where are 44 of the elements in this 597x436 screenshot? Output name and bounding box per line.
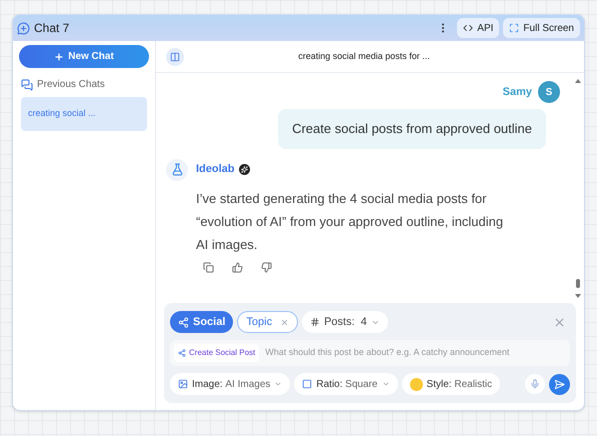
code-icon [463, 23, 474, 33]
topic-chip[interactable]: Topic [237, 311, 298, 333]
prompt-input[interactable]: What should this post be about? e.g. A catchy announcement [265, 346, 566, 360]
chats-icon [21, 78, 33, 90]
bot-message: I’ve started generating the 4 social media posts for “evolution of AI” from your approved outline, including AI images. [196, 190, 504, 254]
user-name: Samy [502, 84, 532, 100]
thumbs-up-icon[interactable] [232, 262, 243, 272]
window-title: Chat 7 [34, 20, 70, 37]
ratio-dropdown[interactable]: Ratio: Square [294, 373, 398, 395]
new-chat-button[interactable]: New Chat [19, 45, 149, 68]
mode-chip[interactable]: Social [170, 311, 234, 333]
send-icon [554, 378, 565, 390]
share-icon [178, 349, 186, 357]
user-avatar: S [538, 81, 560, 103]
chat-icon [17, 22, 30, 34]
user-message: Create social posts from approved outline [278, 109, 546, 148]
image-icon [178, 379, 188, 389]
mic-button[interactable] [525, 374, 545, 394]
style-dropdown[interactable]: Style: Realistic [402, 373, 500, 395]
posts-dropdown[interactable]: Posts: 4 [302, 311, 388, 333]
share-icon [178, 316, 189, 328]
mic-icon [530, 379, 540, 389]
sidebar-toggle-icon[interactable] [166, 48, 184, 66]
fullscreen-button[interactable]: Full Screen [503, 18, 580, 38]
model-icon [238, 164, 250, 175]
bot-avatar [166, 158, 188, 180]
api-button[interactable]: API [457, 18, 500, 38]
chat-list-item[interactable]: creating social ... [21, 97, 147, 131]
send-button[interactable] [549, 374, 570, 394]
hash-icon [310, 317, 320, 327]
close-icon[interactable] [553, 316, 566, 328]
chat-title: creating social media posts for ... [297, 50, 431, 63]
bot-name: Ideolab [196, 162, 235, 178]
section-title: Previous Chats [37, 78, 105, 92]
style-swatch-icon [410, 378, 423, 390]
image-dropdown[interactable]: Image: AI Images [170, 373, 290, 395]
thumbs-down-icon[interactable] [261, 262, 272, 272]
square-icon [302, 379, 312, 389]
expand-icon [509, 23, 520, 33]
close-icon [280, 318, 290, 326]
create-post-tag: Create Social Post [174, 344, 260, 362]
prompt-field[interactable]: Create Social Post What should this post be about? e.g. A catchy announcement [170, 340, 570, 366]
copy-icon[interactable] [203, 262, 214, 272]
plus-icon [54, 52, 64, 62]
